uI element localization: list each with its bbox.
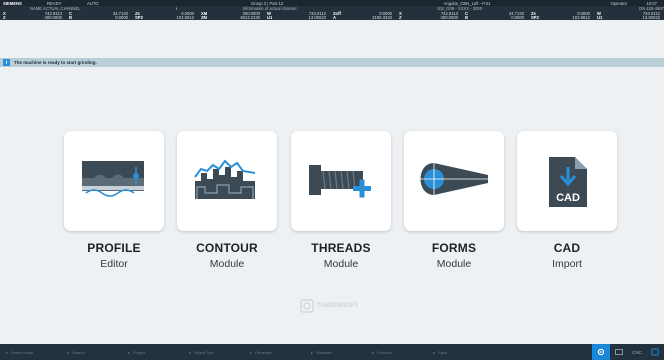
- watermark-icon: [300, 299, 314, 313]
- cad-title: CAD: [553, 241, 581, 255]
- info-icon: i: [3, 59, 10, 66]
- toolbar-item[interactable]: ▸ Simulate: [305, 344, 366, 360]
- profile-editor-card[interactable]: [64, 131, 164, 231]
- bottom-toolbar: ▸ Select mode ▸ Search ▸ Project ▸ Select Tool ▸…: [0, 344, 664, 360]
- toolbar-item[interactable]: ▸ Process: [366, 344, 427, 360]
- axis-readout: SP2 102.9812: [132, 15, 198, 20]
- axis-label: ZM: [201, 15, 208, 21]
- toolbar-item-label: Select Tool: [194, 349, 214, 355]
- axis-value: 102.9812: [176, 15, 194, 21]
- profile-title: PROFILE: [87, 241, 141, 255]
- threads-title: THREADS: [311, 241, 371, 255]
- user-text: Operator: [610, 0, 627, 6]
- program-button[interactable]: [646, 344, 664, 360]
- forms-module-card[interactable]: [404, 131, 504, 231]
- wheel-angle-text: Angular_CBN_Left - P.01: [443, 0, 491, 6]
- axis-value: 2186.3333: [372, 15, 392, 21]
- profile-icon: [82, 161, 144, 197]
- clock-text: 10:07: [646, 0, 657, 6]
- axis-readout: B 0.0000: [462, 15, 528, 20]
- toolbar-item[interactable]: ▸ Select mode: [0, 344, 61, 360]
- toolbar-item-label: Simulate: [316, 349, 332, 355]
- cad-file-icon: CAD: [549, 157, 587, 207]
- axis-readout: U1 13.00022: [264, 15, 330, 20]
- settings-button[interactable]: [592, 344, 610, 360]
- cad-icon-label: CAD: [556, 192, 580, 204]
- contour-module-card[interactable]: [177, 131, 277, 231]
- axis-readout: Z 400.0000: [396, 15, 462, 20]
- axis-label: U1: [597, 15, 603, 21]
- gear-icon: [597, 348, 605, 356]
- axis-value: 0.0000: [115, 15, 128, 21]
- cad-subtitle: Import: [552, 258, 582, 270]
- logo-text: SIEMENS: [3, 0, 22, 6]
- contour-icon: [194, 159, 256, 199]
- toolbar-item-label: Generate: [255, 349, 272, 355]
- machine-status-header: SIEMENS READY AUTO Group 3 | Part 13 Ang…: [0, 0, 664, 20]
- forms-subtitle: Module: [436, 258, 472, 270]
- axis-label: U1: [267, 15, 273, 21]
- axis-value: 13.00022: [642, 15, 660, 21]
- bottom-right-buttons: CNC: [592, 344, 664, 360]
- keyboard-icon: [615, 349, 623, 355]
- toolbar-item-icon: ▸: [372, 349, 375, 355]
- axis-label: B: [465, 15, 469, 21]
- axis-value: 400.0000: [44, 15, 62, 21]
- axis-label: Z: [3, 15, 6, 21]
- toolbar-item-label: Select mode: [11, 349, 34, 355]
- axis-label: SP2: [135, 15, 143, 21]
- cnc-button[interactable]: CNC: [628, 344, 646, 360]
- axis-label: A: [333, 15, 337, 21]
- message-text: The machine is ready to start grinding.: [14, 60, 97, 65]
- axis-readout: SP2 102.9812: [528, 15, 594, 20]
- axis-readout: A 2186.3333: [330, 15, 396, 20]
- axis-readout: B 0.0000: [66, 15, 132, 20]
- threads-icon: [309, 165, 371, 198]
- toolbar-item[interactable]: ▸ Project: [122, 344, 183, 360]
- keyboard-button[interactable]: [610, 344, 628, 360]
- contour-title: CONTOUR: [196, 241, 258, 255]
- toolbar-item-label: Process: [377, 349, 392, 355]
- program-icon: [651, 348, 659, 356]
- toolbar-item-label: Save: [438, 349, 448, 355]
- toolbar-item-label: Project: [133, 349, 146, 355]
- cad-import-card[interactable]: CAD: [517, 131, 617, 231]
- axis-label: SP2: [531, 15, 539, 21]
- contour-subtitle: Module: [209, 258, 245, 270]
- forms-icon: [416, 159, 492, 199]
- toolbar-item-icon: ▸: [250, 349, 253, 355]
- watermark-logo: TANDEMSOFT: [300, 298, 364, 314]
- axis-value: 4813.2230: [240, 15, 260, 21]
- program-text: Group 3 | Part 13: [250, 0, 284, 6]
- toolbar-item[interactable]: ▸ Select Tool: [183, 344, 244, 360]
- toolbar-item-icon: ▸: [67, 349, 70, 355]
- toolbar-item-icon: ▸: [189, 349, 192, 355]
- watermark-text: TANDEMSOFT: [317, 303, 359, 309]
- message-bar: i The machine is ready to start grinding…: [0, 58, 664, 67]
- axis-value: 102.9812: [572, 15, 590, 21]
- axis-readout: U1 13.00022: [594, 15, 664, 20]
- axis-readout: ZM 4813.2230: [198, 15, 264, 20]
- auto-text: AUTO: [87, 0, 99, 6]
- forms-title: FORMS: [431, 241, 477, 255]
- toolbar-item-label: Search: [72, 349, 85, 355]
- toolbar-item-icon: ▸: [311, 349, 314, 355]
- threads-subtitle: Module: [323, 258, 359, 270]
- profile-subtitle: Editor: [100, 258, 128, 270]
- axis-value: 13.00022: [308, 15, 326, 21]
- toolbar-item-icon: ▸: [128, 349, 131, 355]
- mode-text: READY: [47, 0, 62, 6]
- axis-value: 0.0000: [511, 15, 524, 21]
- toolbar-item-icon: ▸: [6, 349, 9, 355]
- toolbar-item-icon: ▸: [433, 349, 436, 355]
- toolbar-item[interactable]: ▸ Search: [61, 344, 122, 360]
- toolbar-item[interactable]: ▸ Generate: [244, 344, 305, 360]
- axis-readout: Z 400.0000: [0, 15, 66, 20]
- threads-module-card[interactable]: [291, 131, 391, 231]
- toolbar-item[interactable]: ▸ Save: [427, 344, 488, 360]
- axis-label: B: [69, 15, 73, 21]
- axis-row-2: Z 400.0000 B 0.0000 SP2 102.9812 ZM 4813.2230 U1…: [0, 15, 664, 20]
- axis-label: Z: [399, 15, 402, 21]
- axis-value: 400.0000: [440, 15, 458, 21]
